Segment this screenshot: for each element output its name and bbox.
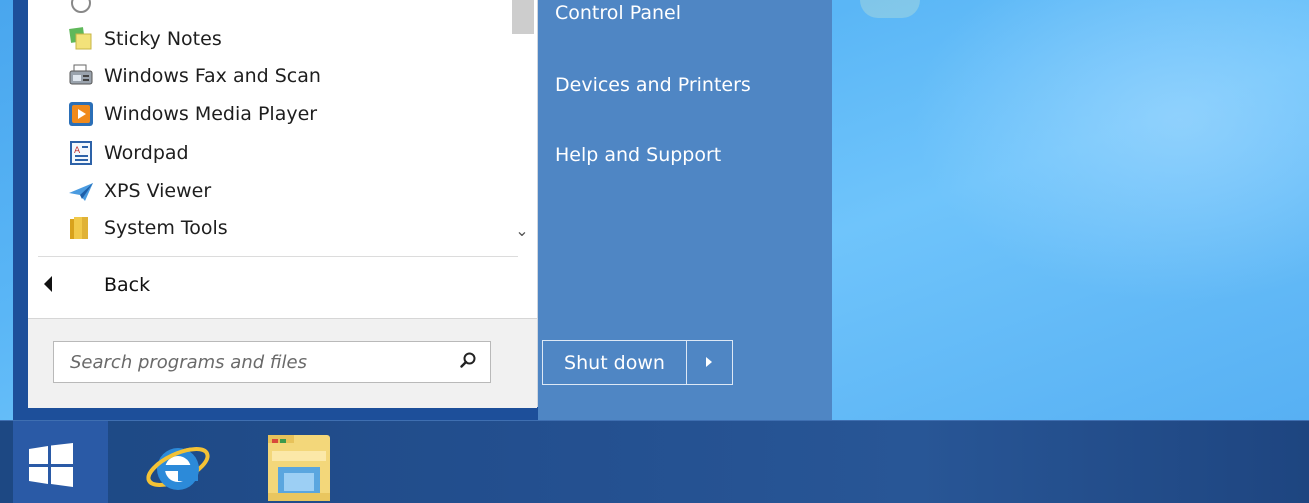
media-player-icon xyxy=(68,101,94,127)
fax-scan-icon xyxy=(68,63,94,89)
program-label: Windows Media Player xyxy=(104,103,318,125)
screen: Sticky Notes Windows Fax and Scan Window… xyxy=(0,0,1309,503)
scrollbar-thumb[interactable] xyxy=(512,0,534,34)
program-sticky-notes[interactable]: Sticky Notes xyxy=(68,22,508,56)
windows-logo-icon xyxy=(29,443,73,487)
shutdown-control: Shut down xyxy=(542,340,733,385)
control-panel-link[interactable]: Control Panel xyxy=(555,2,681,24)
wallpaper-shape xyxy=(860,0,920,18)
chevron-down-icon: ⌄ xyxy=(515,220,529,240)
taskbar xyxy=(0,420,1309,503)
internet-explorer-icon[interactable] xyxy=(138,429,218,503)
program-list: Sticky Notes Windows Fax and Scan Window… xyxy=(28,0,508,250)
help-and-support-link[interactable]: Help and Support xyxy=(555,144,721,166)
scroll-down-button[interactable]: ⌄ xyxy=(510,216,534,244)
program-xps-viewer[interactable]: XPS Viewer xyxy=(68,174,508,208)
programs-scrollbar[interactable]: ⌄ xyxy=(510,0,534,250)
shut-down-button[interactable]: Shut down xyxy=(543,341,686,384)
program-label: System Tools xyxy=(104,217,228,239)
program-label: Wordpad xyxy=(104,142,189,164)
start-menu: Sticky Notes Windows Fax and Scan Window… xyxy=(13,0,832,420)
divider xyxy=(38,256,518,257)
xps-viewer-icon xyxy=(68,178,94,204)
shutdown-options-button[interactable] xyxy=(687,341,732,384)
back-arrow-icon xyxy=(44,276,52,292)
program-wordpad[interactable]: A Wordpad xyxy=(68,136,508,170)
search-box[interactable] xyxy=(53,341,491,383)
program-label: XPS Viewer xyxy=(104,180,212,202)
program-icon xyxy=(68,0,94,16)
program-label: Sticky Notes xyxy=(104,28,222,50)
devices-and-printers-link[interactable]: Devices and Printers xyxy=(555,74,751,96)
back-button[interactable]: Back xyxy=(28,262,522,310)
search-icon[interactable] xyxy=(460,352,476,368)
wordpad-icon: A xyxy=(68,140,94,166)
program-windows-media-player[interactable]: Windows Media Player xyxy=(68,97,508,131)
svg-text:A: A xyxy=(74,146,81,156)
folder-icon xyxy=(68,215,94,241)
search-area xyxy=(28,318,537,408)
chevron-right-icon xyxy=(706,357,712,367)
file-explorer-icon[interactable] xyxy=(258,429,338,503)
program-system-tools[interactable]: System Tools xyxy=(68,211,508,245)
start-button[interactable] xyxy=(13,421,108,503)
programs-pane: Sticky Notes Windows Fax and Scan Window… xyxy=(28,0,538,408)
back-label: Back xyxy=(104,274,151,296)
system-links-pane: Control Panel Devices and Printers Help … xyxy=(538,0,832,420)
search-input[interactable] xyxy=(68,343,452,381)
list-item-partial[interactable] xyxy=(68,0,508,20)
sticky-notes-icon xyxy=(68,26,94,52)
program-windows-fax-and-scan[interactable]: Windows Fax and Scan xyxy=(68,59,508,93)
program-label: Windows Fax and Scan xyxy=(104,65,321,87)
